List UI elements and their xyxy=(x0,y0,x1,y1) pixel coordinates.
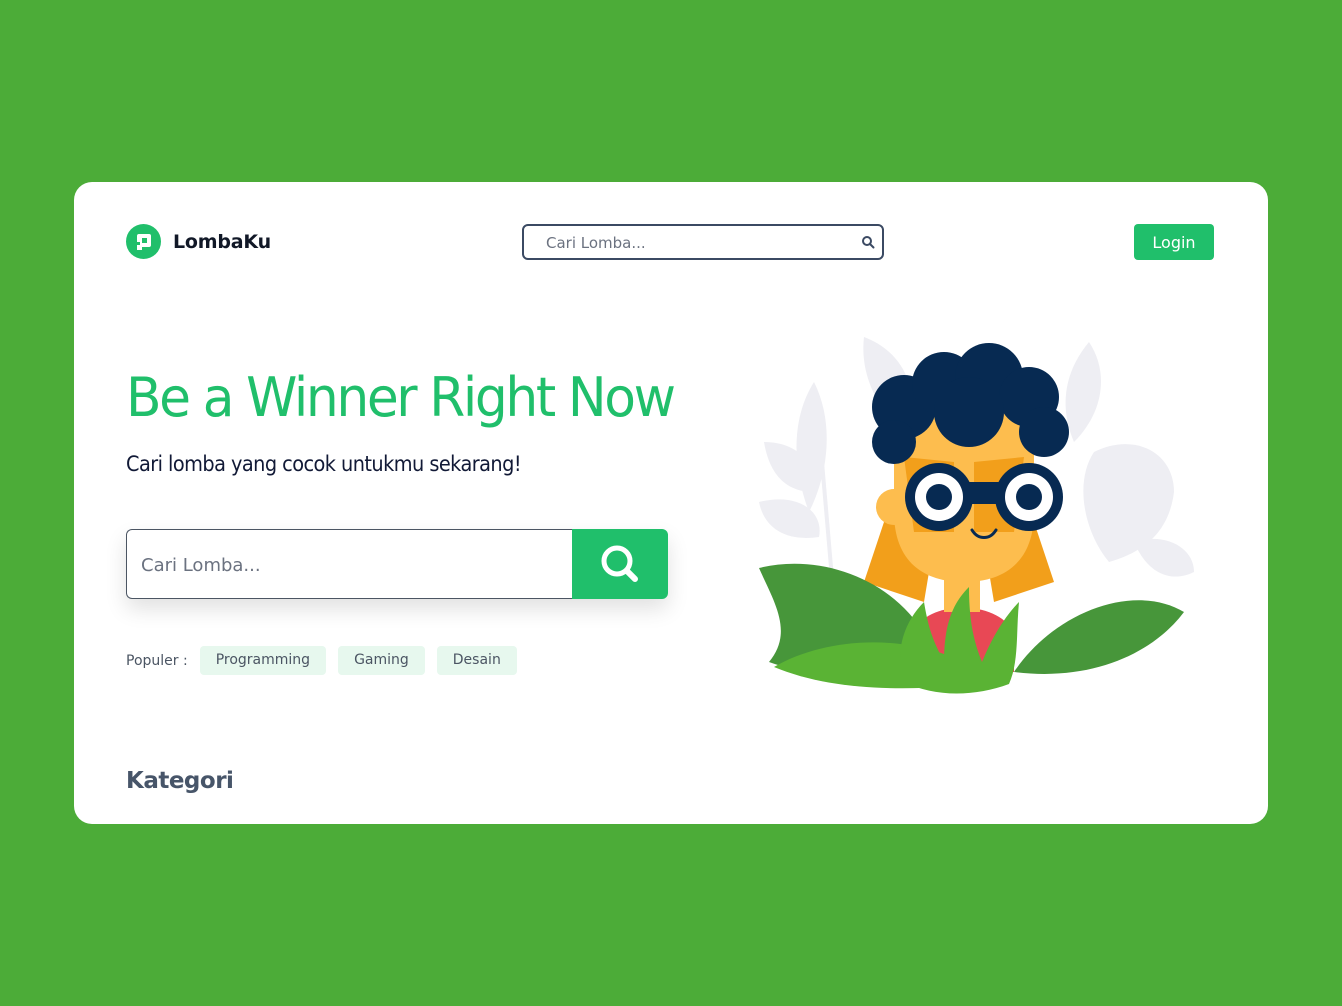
header-search-input[interactable] xyxy=(544,226,848,260)
kategori-heading: Kategori xyxy=(126,768,234,794)
hero-title: Be a Winner Right Now xyxy=(126,366,676,429)
logo-icon xyxy=(126,224,161,259)
person-with-binoculars-illustration xyxy=(759,337,1194,694)
hero-search-field xyxy=(126,529,573,600)
header-search xyxy=(522,224,884,260)
search-icon xyxy=(601,545,638,582)
brand-name: LombaKu xyxy=(173,230,271,253)
hero-search-button[interactable] xyxy=(572,529,668,599)
hero-search xyxy=(126,529,668,600)
popular-label: Populer : xyxy=(126,652,188,669)
hero-search-input[interactable] xyxy=(139,530,563,600)
popular-tags: Populer : Programming Gaming Desain xyxy=(126,646,529,675)
search-icon[interactable] xyxy=(861,235,875,254)
tag-desain[interactable]: Desain xyxy=(436,646,517,675)
tag-programming[interactable]: Programming xyxy=(199,646,327,675)
tag-gaming[interactable]: Gaming xyxy=(338,646,425,675)
login-button[interactable]: Login xyxy=(1134,224,1214,260)
brand-logo[interactable]: LombaKu xyxy=(126,224,271,259)
hero-subtitle: Cari lomba yang cocok untukmu sekarang! xyxy=(126,452,522,476)
main-card: LombaKu Login Be a Winner Right Now Cari… xyxy=(74,182,1268,824)
